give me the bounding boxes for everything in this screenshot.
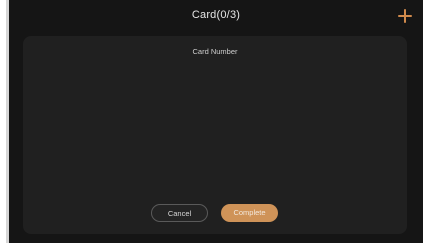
card-number-label: Card Number (192, 47, 238, 56)
header-bar: Card(0/3) (9, 0, 423, 36)
page-title: Card(0/3) (191, 9, 241, 21)
cancel-button[interactable]: Cancel (151, 204, 208, 222)
plus-icon[interactable] (397, 8, 413, 24)
complete-button[interactable]: Complete (221, 204, 278, 222)
window-left-strip (0, 0, 9, 243)
card-screen: Card(0/3) Card Number Cancel Complete (9, 0, 423, 243)
card-panel: Card Number Cancel Complete (23, 36, 407, 234)
